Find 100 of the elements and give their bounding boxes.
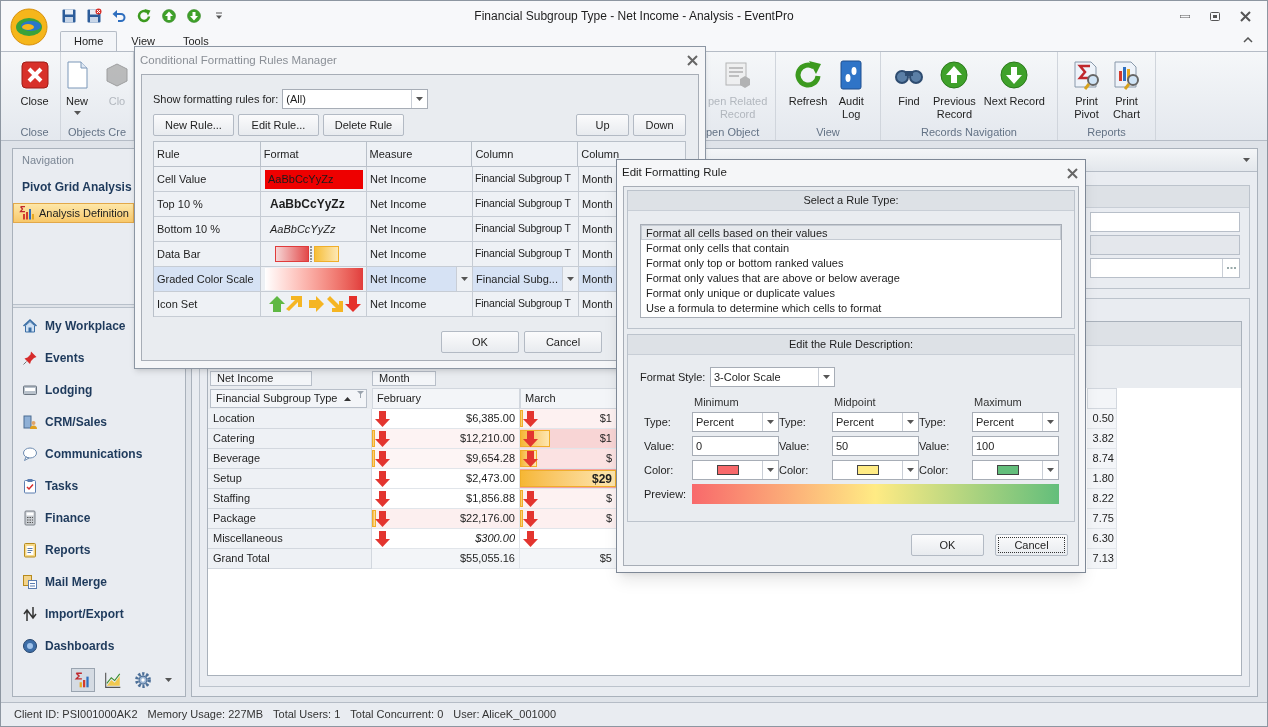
collapse-ribbon-icon[interactable] (1243, 37, 1253, 43)
table-cell: Financial Subgroup T (473, 217, 579, 242)
line-chart-icon (104, 671, 122, 689)
navigation-button[interactable]: Lodging (13, 374, 185, 406)
color-picker[interactable] (692, 460, 779, 480)
dropdown-field[interactable]: Percent (972, 412, 1059, 432)
input-field[interactable]: 50 (832, 436, 919, 456)
column-header: Rule (154, 142, 261, 167)
navigation-button[interactable]: CRM/Sales (13, 406, 185, 438)
color-picker[interactable] (832, 460, 919, 480)
dropdown-field[interactable]: (All) (282, 89, 429, 109)
row-header-cell: Package (208, 509, 372, 529)
status-text: Total Concurrent: 0 (350, 707, 444, 723)
new-button[interactable]: New (59, 52, 95, 124)
input-field[interactable] (1090, 258, 1240, 278)
column-header: Measure (366, 142, 473, 167)
table-cell[interactable]: Cell Value (154, 167, 261, 192)
table-cell[interactable]: Graded Color Scale (154, 267, 261, 292)
navigation-button[interactable]: Finance (13, 502, 185, 534)
navigation-button[interactable]: Events (13, 342, 185, 374)
pivot-chart-icon (74, 671, 92, 689)
table-cell: Month (579, 167, 616, 192)
dropdown-field[interactable]: 3-Color Scale (710, 367, 835, 387)
move-down-button[interactable]: Down (633, 114, 686, 136)
table-cell[interactable]: Top 10 % (154, 192, 261, 217)
list-item[interactable]: Format only top or bottom ranked values (641, 255, 1061, 270)
list-item[interactable]: Use a formula to determine which cells to format (641, 300, 1061, 315)
ok-button[interactable]: OK (441, 331, 519, 353)
cancel-button[interactable]: Cancel (524, 331, 602, 353)
input-field[interactable] (1090, 212, 1240, 232)
table-cell: 3.82 (1087, 429, 1117, 449)
navigation-item[interactable]: Analysis Definition (13, 203, 134, 223)
dialog-title: Edit Formatting Rule (622, 165, 727, 181)
close-button[interactable] (1237, 8, 1253, 24)
list-item[interactable]: Format all cells based on their values (641, 225, 1061, 240)
group-label: Reports (1087, 125, 1126, 140)
refresh-button[interactable]: Refresh (786, 52, 830, 124)
dropdown-field[interactable]: Net Income (367, 267, 473, 292)
dropdown-field[interactable]: Percent (832, 412, 919, 432)
dropdown-field[interactable]: Percent (692, 412, 779, 432)
view-switch-button[interactable] (71, 668, 95, 692)
quick-access-button[interactable] (86, 8, 102, 24)
cell-value: $300.00 (475, 531, 515, 547)
table-cell: Financial Subgroup T (473, 242, 579, 267)
field-label: Type: (779, 414, 807, 430)
navigation-button[interactable]: Dashboards (13, 630, 185, 662)
list-item[interactable]: Format only values that are above or below average (641, 270, 1061, 285)
close-button[interactable] (1064, 165, 1080, 181)
next-record-button[interactable]: Next Record (981, 52, 1047, 124)
table-cell[interactable]: Bottom 10 % (154, 217, 261, 242)
dropdown-field[interactable]: Financial Subg... (473, 267, 579, 292)
row-header-cell: Staffing (208, 489, 372, 509)
input-field[interactable]: 100 (972, 436, 1059, 456)
caret-icon (823, 375, 830, 379)
field-label: Value: (919, 438, 951, 454)
cell-value: $ (605, 451, 612, 467)
quick-access-button[interactable] (61, 8, 77, 24)
quick-access-button[interactable] (161, 8, 177, 24)
navigation-button[interactable]: Reports (13, 534, 185, 566)
quick-access-button[interactable] (136, 8, 152, 24)
close-icon (1239, 10, 1251, 22)
previous-record-button[interactable]: Previous Record (931, 52, 978, 124)
status-text: Client ID: PSI001000AK2 (14, 707, 138, 723)
new-rule-button[interactable]: New Rule... (153, 114, 234, 136)
move-up-button[interactable]: Up (576, 114, 629, 136)
column-header: Column (472, 142, 579, 167)
navigation-button[interactable]: Communications (13, 438, 185, 470)
table-cell[interactable]: Data Bar (154, 242, 261, 267)
color-picker[interactable] (972, 460, 1059, 480)
quick-access-button[interactable] (111, 8, 127, 24)
edit-rule-button[interactable]: Edit Rule... (238, 114, 319, 136)
ribbon-tab[interactable]: Tools (169, 31, 223, 51)
print-chart-button[interactable]: Print Chart (1108, 52, 1145, 124)
row-field-button[interactable]: Financial Subgroup Type (210, 389, 367, 408)
field-button[interactable]: Net Income (210, 371, 312, 386)
group-label: pen Object (706, 125, 760, 140)
delete-rule-button[interactable]: Delete Rule (323, 114, 404, 136)
row-header-cell: Grand Total (208, 549, 372, 569)
cell-value: $2,473.00 (466, 471, 515, 487)
navigation-button[interactable]: Tasks (13, 470, 185, 502)
navigation-button[interactable]: Mail Merge (13, 566, 185, 598)
close-button[interactable]: Close (16, 52, 53, 124)
cell-value: $1 (599, 411, 612, 427)
window-title: Financial Subgroup Type - Net Income - Analysis - EventPro (474, 9, 794, 23)
ribbon-tab[interactable]: View (117, 31, 169, 51)
list-item[interactable]: Format only cells that contain (641, 240, 1061, 255)
navigation-button[interactable]: Import/Export (13, 598, 185, 630)
list-item[interactable]: Format only unique or duplicate values (641, 285, 1061, 300)
find-button[interactable]: Find (891, 52, 928, 124)
ribbon-tab[interactable]: Home (60, 31, 118, 51)
ok-button[interactable]: OK (911, 534, 984, 556)
audit-log-button[interactable]: Audit Log (833, 52, 870, 124)
cancel-button[interactable]: Cancel (995, 534, 1068, 556)
quick-access-button[interactable] (186, 8, 202, 24)
field-button[interactable]: Month (372, 371, 436, 386)
table-cell[interactable]: Icon Set (154, 292, 261, 317)
settings-icon (134, 671, 152, 689)
input-field[interactable]: 0 (692, 436, 779, 456)
row-header-cell: Beverage (208, 449, 372, 469)
print-pivot-button[interactable]: Print Pivot (1068, 52, 1105, 124)
